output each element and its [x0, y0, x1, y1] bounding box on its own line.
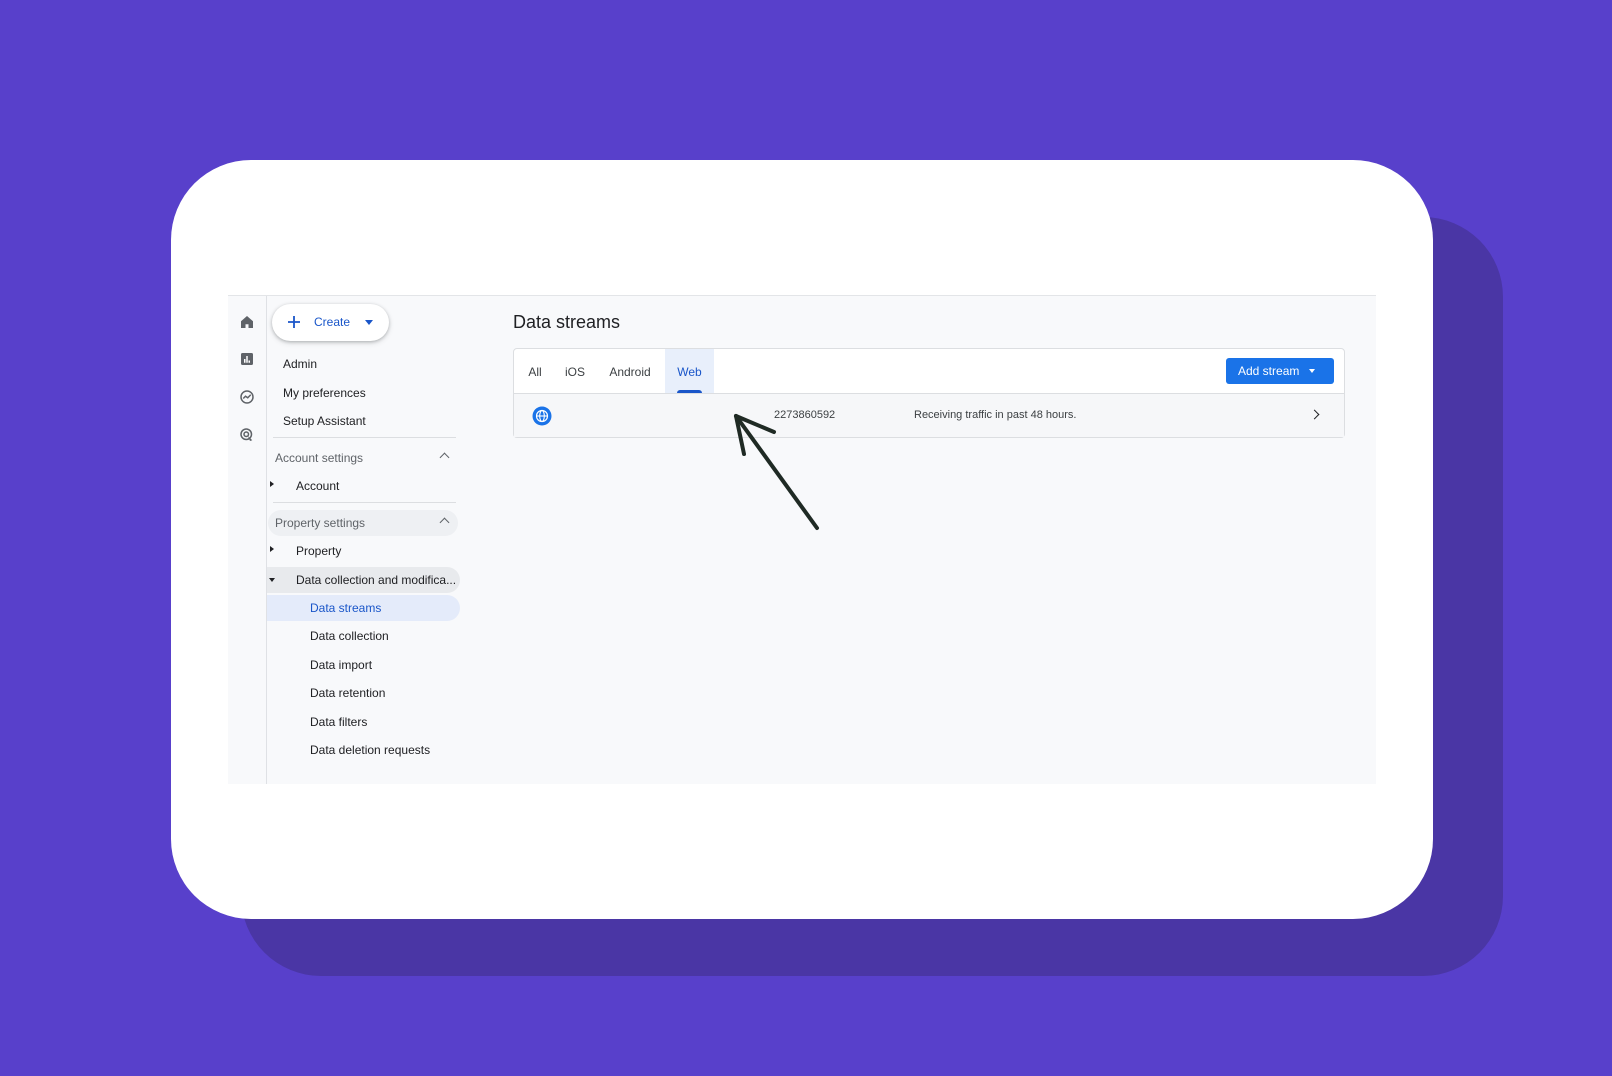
sidebar-item-data-import[interactable]: Data import [310, 652, 372, 678]
tab-all[interactable]: All [519, 349, 551, 393]
stream-tabs: All iOS Android Web Add stream [514, 349, 1344, 394]
sidebar-item-my-preferences[interactable]: My preferences [283, 380, 366, 406]
chevron-up-icon [439, 452, 450, 463]
sidebar-item-data-streams[interactable]: Data streams [310, 595, 381, 621]
advertising-icon[interactable] [238, 426, 256, 444]
create-label: Create [314, 315, 351, 329]
collapse-arrow-icon[interactable] [269, 578, 275, 582]
sidebar-item-data-collection[interactable]: Data collection [310, 623, 389, 649]
home-icon[interactable] [238, 313, 256, 331]
chevron-up-icon [439, 517, 450, 528]
sidebar-item-data-retention[interactable]: Data retention [310, 680, 385, 706]
account-settings-header[interactable]: Account settings [268, 445, 458, 471]
tab-ios[interactable]: iOS [556, 349, 594, 393]
analytics-admin-window: Create Admin My preferences Setup Assist… [228, 295, 1376, 784]
expand-arrow-icon[interactable] [270, 481, 274, 487]
active-tab-indicator [677, 390, 702, 393]
chevron-down-icon [1309, 369, 1315, 373]
tab-web-label: Web [677, 365, 702, 379]
sidebar-item-setup-assistant[interactable]: Setup Assistant [283, 408, 366, 434]
tab-web[interactable]: Web [665, 349, 714, 393]
divider [273, 437, 456, 438]
sidebar-item-data-collection-modification[interactable]: Data collection and modifica... [296, 567, 456, 593]
explore-icon[interactable] [238, 388, 256, 406]
plus-icon [288, 316, 300, 328]
property-settings-label: Property settings [275, 516, 366, 530]
stream-row[interactable]: 2273860592 Receiving traffic in past 48 … [514, 394, 1344, 437]
reports-icon[interactable] [238, 350, 256, 368]
annotation-arrow-icon [734, 414, 819, 530]
tab-android[interactable]: Android [600, 349, 660, 393]
stream-status: Receiving traffic in past 48 hours. [914, 409, 1077, 421]
create-button[interactable]: Create [272, 304, 389, 341]
streams-panel: All iOS Android Web Add stream 227386059… [513, 348, 1345, 438]
divider [273, 502, 456, 503]
page-title: Data streams [513, 312, 621, 332]
sidebar-item-data-deletion-requests[interactable]: Data deletion requests [310, 737, 430, 763]
account-settings-label: Account settings [275, 451, 364, 465]
property-settings-header[interactable]: Property settings [268, 510, 458, 536]
sidebar-item-account[interactable]: Account [296, 473, 339, 499]
sidebar-item-admin[interactable]: Admin [283, 351, 317, 377]
expand-arrow-icon[interactable] [270, 546, 274, 552]
sidebar-item-data-filters[interactable]: Data filters [310, 709, 367, 735]
chevron-right-icon[interactable] [1309, 409, 1320, 420]
sidebar-item-property[interactable]: Property [296, 538, 341, 564]
add-stream-label: Add stream [1238, 364, 1300, 378]
nav-rail [228, 296, 267, 784]
globe-icon [532, 406, 552, 426]
chevron-down-icon [365, 320, 373, 325]
add-stream-button[interactable]: Add stream [1226, 358, 1334, 384]
